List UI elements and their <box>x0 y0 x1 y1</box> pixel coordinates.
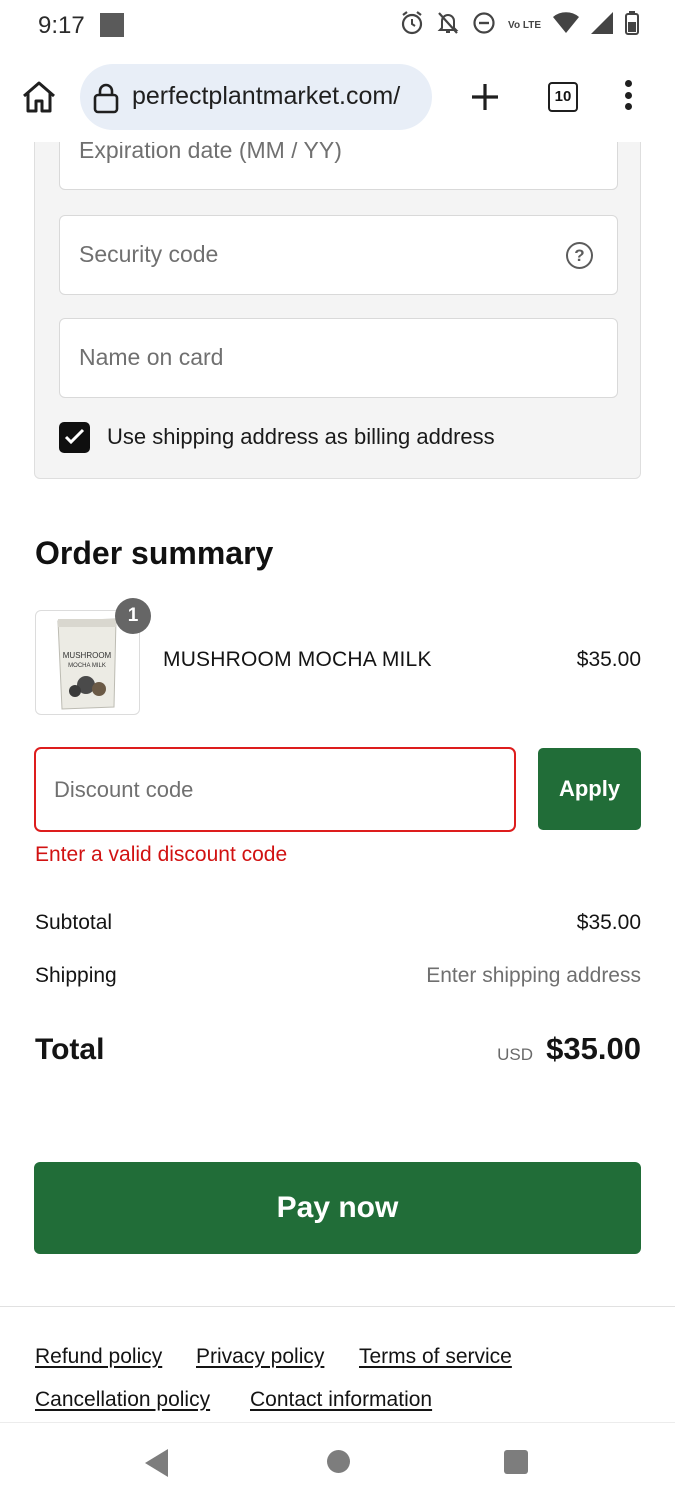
lock-icon[interactable] <box>92 82 120 119</box>
discount-code-placeholder: Discount code <box>54 777 194 802</box>
shipping-label: Shipping <box>35 964 117 987</box>
subtotal-value: $35.00 <box>576 911 641 934</box>
product-price: $35.00 <box>576 648 641 671</box>
more-options-icon[interactable] <box>618 80 638 116</box>
back-icon[interactable] <box>145 1449 169 1482</box>
system-nav-bar <box>0 1422 675 1500</box>
shipping-value: Enter shipping address <box>426 964 641 987</box>
do-not-disturb-icon <box>472 11 496 40</box>
security-code-field[interactable]: Security code ? <box>59 215 618 295</box>
tab-switcher-button[interactable]: 10 <box>548 82 578 112</box>
name-on-card-placeholder: Name on card <box>79 344 224 370</box>
name-on-card-field[interactable]: Name on card <box>59 318 618 398</box>
quantity-badge: 1 <box>115 598 151 634</box>
total-currency: USD <box>497 1045 533 1064</box>
checkmark-icon <box>64 428 85 444</box>
help-icon[interactable]: ? <box>566 242 593 269</box>
payment-panel: Expiration date (MM / YY) Security code … <box>34 142 641 479</box>
total-label: Total <box>35 1033 105 1066</box>
contact-information-link[interactable]: Contact information <box>250 1388 432 1412</box>
signal-icon <box>591 12 613 39</box>
product-image-text-2: MOCHA MILK <box>68 663 106 669</box>
notifications-off-icon <box>436 10 460 41</box>
expiration-date-field[interactable]: Expiration date (MM / YY) <box>59 142 618 190</box>
status-time: 9:17 <box>38 12 85 39</box>
battery-icon <box>625 11 639 40</box>
home-nav-icon[interactable] <box>327 1450 350 1473</box>
product-name: MUSHROOM MOCHA MILK <box>163 648 432 671</box>
refund-policy-link[interactable]: Refund policy <box>35 1345 162 1369</box>
terms-of-service-link[interactable]: Terms of service <box>359 1345 512 1369</box>
alarm-icon <box>400 10 424 41</box>
wifi-icon <box>553 12 579 39</box>
new-tab-icon[interactable] <box>466 78 504 116</box>
billing-address-label: Use shipping address as billing address <box>107 424 495 449</box>
status-bar: 9:17 Vo LTE <box>0 0 675 52</box>
volte-icon: Vo LTE <box>508 19 541 31</box>
browser-toolbar: perfectplantmarket.com/ 10 <box>0 52 675 142</box>
total-value: $35.00 <box>546 1031 641 1066</box>
status-icons: Vo LTE <box>400 10 639 41</box>
cancellation-policy-link[interactable]: Cancellation policy <box>35 1388 210 1412</box>
recent-apps-icon[interactable] <box>504 1450 528 1474</box>
page-content: Expiration date (MM / YY) Security code … <box>0 142 675 1422</box>
apply-button[interactable]: Apply <box>538 748 641 830</box>
expiration-date-placeholder: Expiration date (MM / YY) <box>79 142 342 163</box>
pay-now-button[interactable]: Pay now <box>34 1162 641 1254</box>
discount-code-input[interactable]: Discount code <box>34 747 516 832</box>
security-code-placeholder: Security code <box>79 241 219 267</box>
notification-icon <box>100 13 124 37</box>
discount-error-message: Enter a valid discount code <box>35 843 288 866</box>
billing-address-option[interactable]: Use shipping address as billing address <box>59 421 495 453</box>
url-text[interactable]: perfectplantmarket.com/ <box>132 82 400 111</box>
subtotal-label: Subtotal <box>35 911 113 934</box>
billing-address-checkbox[interactable] <box>59 421 90 453</box>
url-bar[interactable]: perfectplantmarket.com/ <box>80 64 432 130</box>
privacy-policy-link[interactable]: Privacy policy <box>196 1345 324 1369</box>
home-icon[interactable] <box>20 78 58 116</box>
order-summary-heading: Order summary <box>35 535 274 571</box>
product-image-text-1: MUSHROOM <box>63 651 112 660</box>
footer-divider <box>0 1306 675 1307</box>
